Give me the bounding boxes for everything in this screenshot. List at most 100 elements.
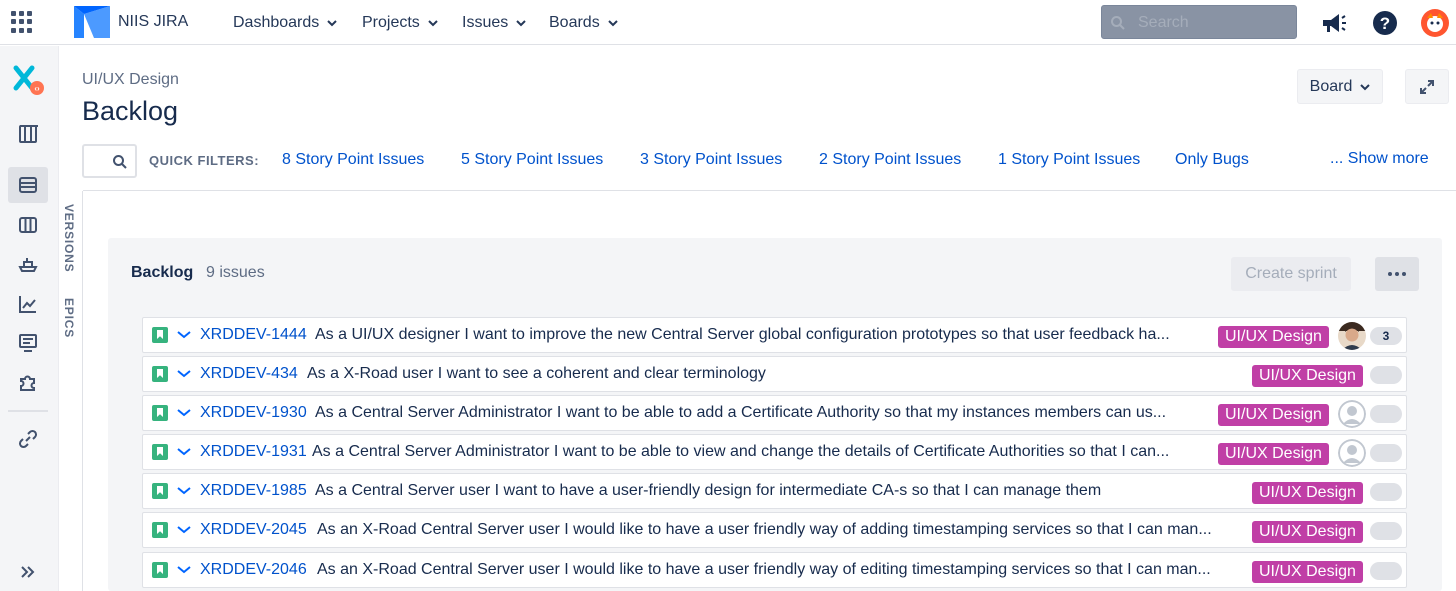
nav-issues-label: Issues	[462, 13, 509, 31]
svg-text:‹›: ‹›	[34, 84, 40, 93]
epics-tab[interactable]: EPICS	[62, 298, 76, 338]
quick-filter-3-points[interactable]: 3 Story Point Issues	[640, 151, 782, 169]
priority-low-icon	[177, 566, 191, 574]
backlog-issue-row[interactable]: XRDDEV-1931 As a Central Server Administ…	[142, 434, 1407, 470]
create-sprint-button[interactable]: Create sprint	[1231, 257, 1351, 291]
quick-filter-5-points[interactable]: 5 Story Point Issues	[461, 151, 603, 169]
link-icon[interactable]	[8, 421, 48, 457]
story-points-badge	[1370, 405, 1402, 423]
issue-key-link[interactable]: XRDDEV-1985	[200, 482, 307, 500]
epic-label[interactable]: UI/UX Design	[1218, 404, 1329, 426]
backlog-icon[interactable]	[8, 167, 48, 203]
expand-icon	[1420, 79, 1434, 94]
nav-dashboards-label: Dashboards	[233, 13, 320, 31]
svg-text:?: ?	[1380, 14, 1390, 33]
nav-projects[interactable]: Projects	[362, 0, 438, 45]
chevron-down-icon	[516, 19, 526, 26]
project-logo-icon[interactable]: ‹›	[8, 62, 48, 98]
project-sidebar: ‹›	[0, 46, 59, 591]
header-divider	[83, 190, 1456, 191]
issue-summary: As an X-Road Central Server user I would…	[317, 521, 1212, 538]
search-icon	[1111, 16, 1125, 30]
vertical-tab-strip: VERSIONS EPICS	[59, 191, 83, 591]
versions-tab[interactable]: VERSIONS	[62, 204, 76, 272]
priority-low-icon	[177, 409, 191, 417]
issue-key-link[interactable]: XRDDEV-1931	[200, 443, 307, 461]
board-icon[interactable]	[8, 116, 48, 152]
assignee-avatar-icon[interactable]	[1338, 322, 1366, 350]
issue-summary: As a Central Server Administrator I want…	[312, 443, 1170, 460]
chevron-down-icon	[1360, 83, 1371, 90]
columns-icon[interactable]	[8, 207, 48, 243]
nav-boards[interactable]: Boards	[549, 0, 618, 45]
priority-low-icon	[177, 487, 191, 495]
story-icon	[152, 405, 168, 421]
backlog-issue-row[interactable]: XRDDEV-1930 As a Central Server Administ…	[142, 395, 1407, 431]
jira-logo-icon[interactable]	[72, 4, 112, 40]
priority-low-icon	[177, 526, 191, 534]
more-dots-icon	[1388, 272, 1392, 276]
epic-label[interactable]: UI/UX Design	[1252, 482, 1363, 504]
issue-key-link[interactable]: XRDDEV-2045	[200, 521, 307, 539]
epic-label[interactable]: UI/UX Design	[1252, 561, 1363, 583]
default-avatar-icon[interactable]	[1338, 400, 1366, 428]
epic-label[interactable]: UI/UX Design	[1218, 443, 1329, 465]
priority-low-icon	[177, 448, 191, 456]
more-actions-button[interactable]	[1375, 257, 1419, 291]
backlog-issue-count: 9 issues	[206, 264, 265, 281]
site-name[interactable]: NIIS JIRA	[118, 13, 188, 31]
issue-key-link[interactable]: XRDDEV-2046	[200, 561, 307, 579]
search-input[interactable]	[1138, 13, 1288, 33]
user-avatar-icon[interactable]	[1421, 9, 1449, 37]
story-points-badge	[1370, 366, 1402, 384]
story-icon	[152, 562, 168, 578]
expand-sidebar-icon[interactable]	[8, 554, 48, 590]
addons-icon[interactable]	[8, 364, 48, 400]
nav-projects-label: Projects	[362, 13, 420, 31]
issue-summary: As a X-Road user I want to see a coheren…	[307, 365, 766, 382]
chevron-down-icon	[607, 19, 618, 26]
breadcrumb[interactable]: UI/UX Design	[82, 71, 179, 89]
quick-filter-8-points[interactable]: 8 Story Point Issues	[282, 151, 424, 169]
quick-filter-2-points[interactable]: 2 Story Point Issues	[819, 151, 961, 169]
backlog-issue-row[interactable]: XRDDEV-1985 As a Central Server user I w…	[142, 473, 1407, 509]
epic-label[interactable]: UI/UX Design	[1252, 521, 1363, 543]
quick-filter-1-points[interactable]: 1 Story Point Issues	[998, 151, 1140, 169]
nav-boards-label: Boards	[549, 13, 600, 31]
story-icon	[152, 483, 168, 499]
issues-icon[interactable]	[8, 325, 48, 361]
issue-key-link[interactable]: XRDDEV-1930	[200, 404, 307, 422]
issue-summary: As a Central Server user I want to have …	[315, 482, 1102, 499]
epic-label[interactable]: UI/UX Design	[1218, 326, 1329, 348]
story-icon	[152, 327, 168, 343]
story-icon	[152, 366, 168, 382]
epic-label[interactable]: UI/UX Design	[1252, 365, 1363, 387]
story-points-badge	[1370, 562, 1402, 580]
fullscreen-button[interactable]	[1405, 69, 1449, 104]
backlog-title: Backlog	[131, 264, 194, 281]
backlog-issue-row[interactable]: XRDDEV-2045 As an X-Road Central Server …	[142, 512, 1407, 548]
page-title: Backlog	[82, 96, 179, 126]
help-icon[interactable]: ?	[1371, 9, 1399, 37]
issue-key-link[interactable]: XRDDEV-1444	[200, 326, 307, 344]
backlog-issue-row[interactable]: XRDDEV-1444 As a UI/UX designer I want t…	[142, 317, 1407, 353]
issue-key-link[interactable]: XRDDEV-434	[200, 365, 298, 383]
app-switcher-icon[interactable]	[11, 11, 33, 33]
backlog-issue-row[interactable]: XRDDEV-434 As a X-Road user I want to se…	[142, 356, 1407, 392]
quick-filters-label: QUICK FILTERS:	[149, 153, 260, 168]
reports-icon[interactable]	[8, 286, 48, 322]
nav-issues[interactable]: Issues	[462, 0, 526, 45]
issue-summary: As a Central Server Administrator I want…	[315, 404, 1167, 421]
show-more-filters-link[interactable]: ... Show more	[1330, 150, 1429, 168]
backlog-issue-row[interactable]: XRDDEV-2046 As an X-Road Central Server …	[142, 552, 1407, 588]
megaphone-icon[interactable]	[1319, 9, 1347, 37]
global-search[interactable]	[1101, 5, 1297, 39]
board-dropdown-button[interactable]: Board	[1297, 69, 1383, 104]
releases-icon[interactable]	[8, 246, 48, 282]
backlog-search-field[interactable]	[82, 144, 137, 178]
search-icon	[113, 155, 127, 169]
quick-filter-only-bugs[interactable]: Only Bugs	[1175, 151, 1249, 169]
story-points-badge: 3	[1370, 327, 1402, 345]
nav-dashboards[interactable]: Dashboards	[233, 0, 337, 45]
default-avatar-icon[interactable]	[1338, 439, 1366, 467]
